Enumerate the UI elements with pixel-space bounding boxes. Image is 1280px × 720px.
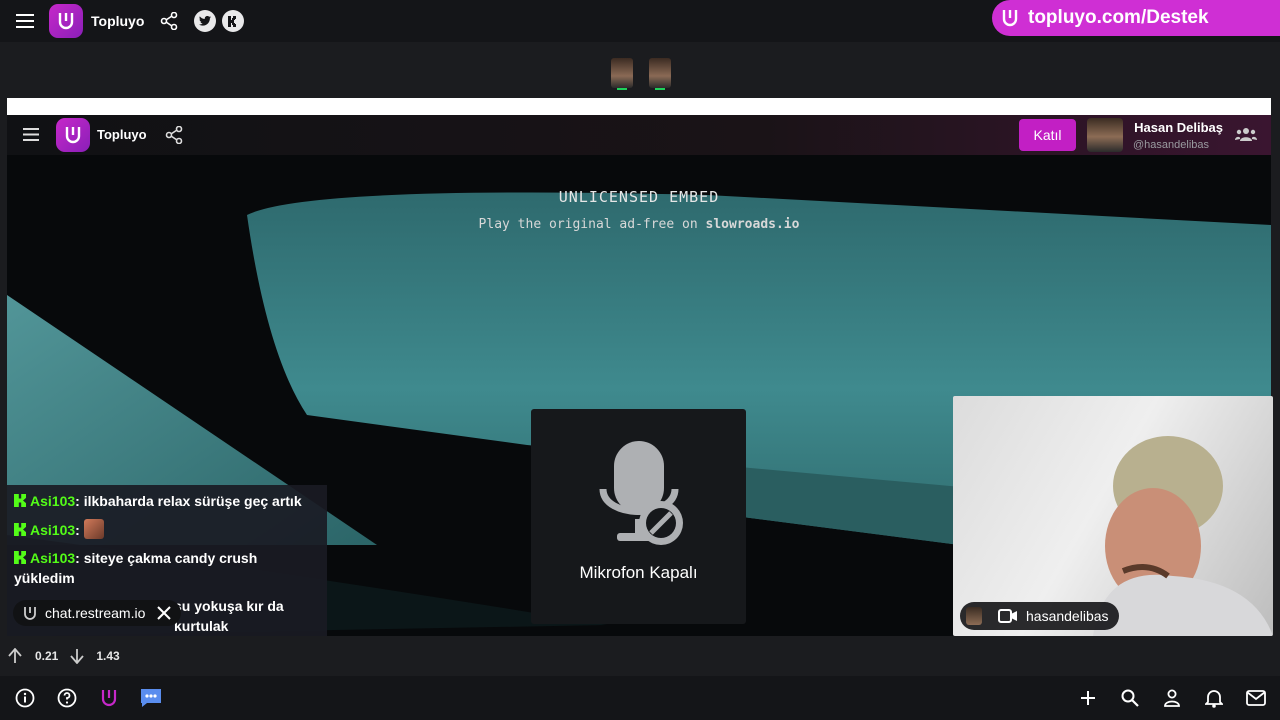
host-name: Hasan Delibaş [1134,120,1223,135]
users-icon[interactable] [1235,126,1257,142]
share-icon[interactable] [165,126,183,144]
join-button[interactable]: Katıl [1019,119,1076,151]
webcam-username: hasandelibas [1026,608,1109,624]
webcam-tile[interactable]: hasandelibas [953,396,1273,636]
webcam-person [1093,436,1273,636]
logo-icon[interactable] [49,4,83,38]
search-icon[interactable] [1118,686,1142,710]
twitter-icon[interactable] [194,10,216,32]
mic-off-icon [599,441,683,545]
mic-status-label: Mikrofon Kapalı [579,563,698,582]
chat-icon[interactable] [139,686,163,710]
participants-row [0,42,1280,98]
chat-username: Asi103 [30,493,76,509]
mic-status-box: Mikrofon Kapalı [531,409,746,624]
topluyo-icon [1002,10,1018,27]
kick-icon [14,494,26,507]
embed-subtitle: Play the original ad-free on slowroads.i… [7,217,1271,232]
user-icon[interactable] [1160,686,1184,710]
bell-icon[interactable] [1202,686,1226,710]
topluyo-icon[interactable] [97,686,121,710]
participant-avatar[interactable] [611,58,633,90]
brand-name[interactable]: Topluyo [91,13,144,29]
plus-icon[interactable] [1076,686,1100,710]
embed-title: UNLICENSED EMBED [558,188,720,206]
avatar [966,607,982,625]
download-arrow-icon [70,649,85,664]
chat-text: şu yokuşa kır da kurtulak [174,598,284,634]
chat-username: Asi103 [30,522,76,538]
bottom-bar [0,676,1280,720]
chat-overlay: Asi103: ilkbaharda relax sürüşe geç artı… [7,485,327,636]
kick-icon[interactable] [222,10,244,32]
restream-pill[interactable]: chat.restream.io [13,600,182,626]
embed-sub-prefix: Play the original ad-free on [478,217,706,232]
restream-label[interactable]: chat.restream.io [45,605,145,621]
embed-site-link[interactable]: slowroads.io [706,217,800,232]
video-camera-icon[interactable] [998,609,1018,623]
promo-link[interactable]: topluyo.com/Destek [1028,7,1209,29]
inner-header: Topluyo Katıl Hasan Delibaş @hasandeliba… [7,115,1271,155]
mail-icon[interactable] [1244,686,1268,710]
webcam-name-pill: hasandelibas [960,602,1119,630]
download-rate: 1.43 [96,649,120,663]
share-icon[interactable] [158,10,180,32]
host-handle: @hasandelibas [1133,139,1209,151]
avatar[interactable] [1087,118,1123,152]
chat-message: Asi103: [14,519,320,540]
bookmark-strip [7,98,1271,115]
close-icon[interactable] [157,606,172,620]
promo-banner[interactable]: topluyo.com/Destek [992,0,1280,36]
topluyo-icon [24,607,36,620]
upload-rate: 0.21 [35,649,59,663]
upload-arrow-icon [8,648,22,663]
inner-brand-name[interactable]: Topluyo [97,127,147,142]
help-icon[interactable] [55,686,79,710]
info-icon[interactable] [13,686,37,710]
chat-message: Asi103: siteye çakma candy crush yükledi… [14,550,258,586]
chat-text: ilkbaharda relax sürüşe geç artık [83,493,302,509]
kick-icon [14,523,26,536]
kick-icon [14,551,26,564]
participant-avatar[interactable] [649,58,671,90]
chat-username: Asi103 [30,550,76,566]
logo-icon[interactable] [56,118,90,152]
network-stats: 0.21 1.43 [0,636,1280,676]
emote-icon [83,519,104,539]
menu-icon[interactable] [14,11,36,31]
chat-message: Asi103: ilkbaharda relax sürüşe geç artı… [14,491,320,511]
menu-icon[interactable] [23,128,39,141]
